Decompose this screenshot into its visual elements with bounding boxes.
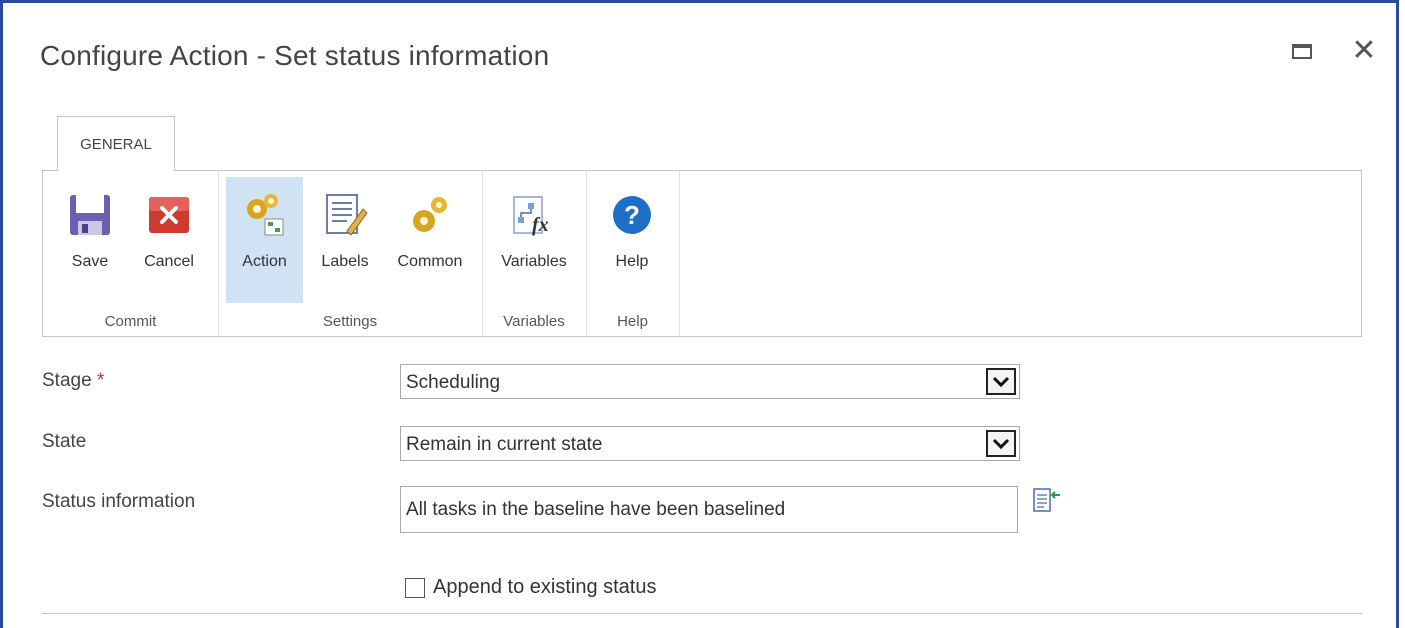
variables-fx-icon: fx <box>513 196 549 236</box>
ribbon-group-help: ? Help Help <box>586 171 680 336</box>
required-mark: * <box>96 370 105 391</box>
append-label: Append to existing status <box>433 576 657 598</box>
labels-document-icon <box>326 194 368 236</box>
help-label: Help <box>615 253 649 270</box>
group-label-help: Help <box>617 313 648 330</box>
divider <box>42 613 1362 614</box>
ribbon-group-settings: Action Labels Common Settings <box>218 171 483 336</box>
save-button[interactable]: Save <box>57 177 123 303</box>
append-checkbox[interactable] <box>405 578 425 598</box>
state-select-value: Remain in current state <box>406 434 603 455</box>
variables-button[interactable]: fx Variables <box>492 177 576 303</box>
help-icon: ? <box>613 196 651 234</box>
svg-text:fx: fx <box>532 214 549 236</box>
status-information-label: Status information <box>42 491 196 512</box>
stage-select[interactable]: Scheduling <box>400 364 1020 399</box>
ribbon: Save Cancel Commit Action Labels Common … <box>42 170 1362 337</box>
labels-label: Labels <box>321 253 369 270</box>
common-gears-icon <box>413 197 447 232</box>
state-label: State <box>42 431 87 452</box>
status-information-input[interactable] <box>400 486 1018 533</box>
action-button[interactable]: Action <box>226 177 303 303</box>
group-label-variables: Variables <box>503 313 565 330</box>
action-gears-icon <box>246 194 283 236</box>
ribbon-group-commit: Save Cancel Commit <box>43 171 219 336</box>
chevron-down-icon[interactable] <box>986 368 1016 395</box>
svg-text:?: ? <box>624 200 640 230</box>
close-button[interactable]: ✕ <box>1351 34 1377 67</box>
stage-label: Stage * <box>42 370 104 392</box>
maximize-button[interactable] <box>1289 38 1315 64</box>
common-label: Common <box>397 253 463 270</box>
cancel-icon <box>149 197 189 233</box>
stage-select-value: Scheduling <box>406 372 501 393</box>
cancel-button[interactable]: Cancel <box>135 177 203 303</box>
help-button[interactable]: ? Help <box>598 177 666 303</box>
save-icon <box>70 195 110 235</box>
ribbon-group-variables: fx Variables Variables <box>482 171 587 336</box>
group-label-settings: Settings <box>322 313 378 330</box>
insert-reference-icon[interactable] <box>1032 487 1062 513</box>
common-button[interactable]: Common <box>386 177 474 303</box>
tab-general[interactable]: GENERAL <box>57 116 175 171</box>
group-label-commit: Commit <box>104 313 157 330</box>
chevron-down-icon[interactable] <box>986 430 1016 457</box>
maximize-icon <box>1292 43 1312 59</box>
dialog-title: Configure Action - Set status informatio… <box>40 40 550 71</box>
state-select[interactable]: Remain in current state <box>400 426 1020 461</box>
close-icon: ✕ <box>1351 34 1377 67</box>
stage-label-text: Stage <box>42 370 92 391</box>
cancel-label: Cancel <box>144 253 194 270</box>
action-label: Action <box>242 253 287 270</box>
variables-label: Variables <box>501 253 567 270</box>
save-label: Save <box>71 253 109 270</box>
labels-button[interactable]: Labels <box>310 177 380 303</box>
